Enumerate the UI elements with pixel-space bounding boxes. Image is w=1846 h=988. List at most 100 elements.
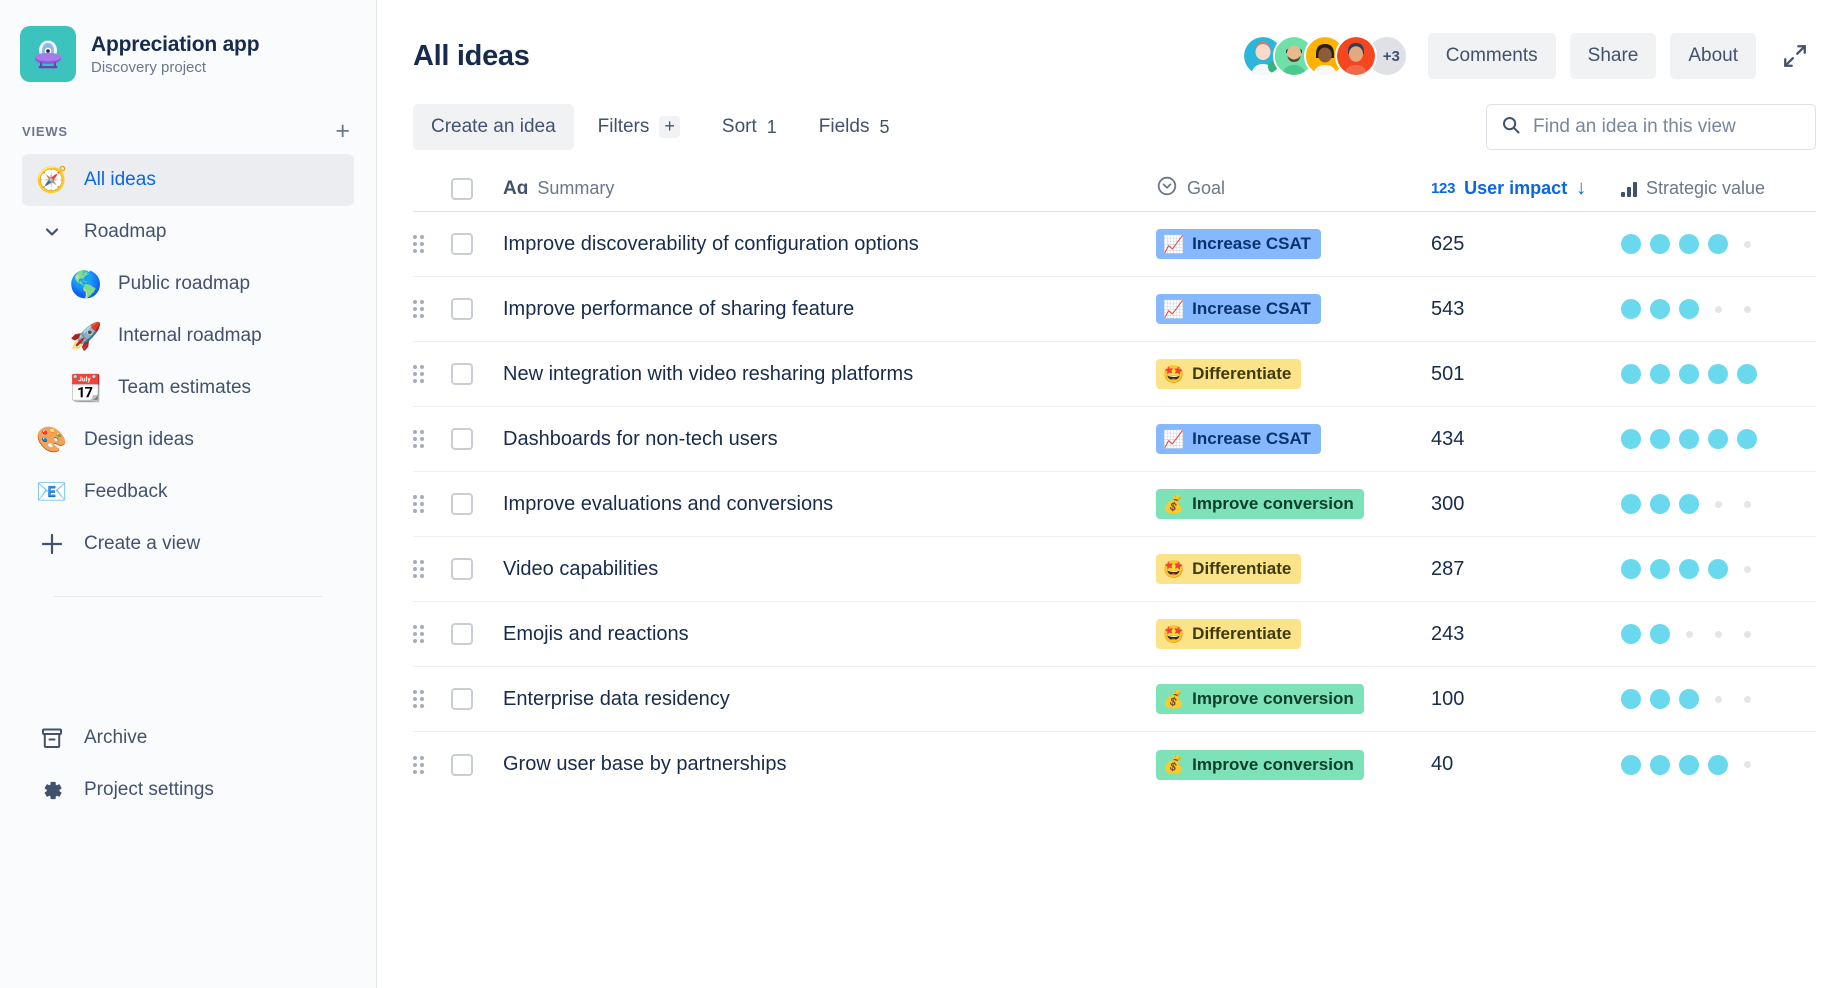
row-select-cell[interactable] — [451, 363, 503, 385]
row-goal-cell[interactable]: 📈 Increase CSAT — [1156, 294, 1431, 324]
select-all-checkbox[interactable] — [451, 178, 473, 200]
row-select-cell[interactable] — [451, 493, 503, 515]
drag-handle-icon[interactable] — [413, 690, 424, 708]
row-select-cell[interactable] — [451, 688, 503, 710]
row-strategic-value-cell[interactable] — [1621, 689, 1816, 709]
sort-button[interactable]: Sort 1 — [704, 104, 795, 150]
row-strategic-value-cell[interactable] — [1621, 234, 1816, 254]
table-row[interactable]: Enterprise data residency 💰 Improve conv… — [413, 667, 1816, 732]
row-checkbox[interactable] — [451, 363, 473, 385]
column-header-user-impact[interactable]: 123 User impact ↓ — [1431, 177, 1621, 200]
row-select-cell[interactable] — [451, 298, 503, 320]
row-drag-cell[interactable] — [413, 300, 451, 318]
row-select-cell[interactable] — [451, 233, 503, 255]
row-summary-cell[interactable]: Emojis and reactions — [503, 623, 1156, 646]
row-goal-cell[interactable]: 💰 Improve conversion — [1156, 489, 1431, 519]
row-user-impact-cell[interactable]: 501 — [1431, 363, 1621, 386]
sidebar-item-create-a-view[interactable]: Create a view — [22, 518, 354, 570]
row-user-impact-cell[interactable]: 625 — [1431, 233, 1621, 256]
about-button[interactable]: About — [1670, 33, 1756, 79]
plus-icon[interactable]: + — [335, 119, 350, 144]
row-goal-cell[interactable]: 🤩 Differentiate — [1156, 359, 1431, 389]
row-checkbox[interactable] — [451, 298, 473, 320]
row-user-impact-cell[interactable]: 434 — [1431, 428, 1621, 451]
sidebar-item-public-roadmap[interactable]: 🌎 Public roadmap — [22, 258, 354, 310]
row-user-impact-cell[interactable]: 40 — [1431, 753, 1621, 776]
expand-diagonal-icon[interactable] — [1770, 43, 1816, 69]
search-box[interactable] — [1486, 104, 1816, 150]
sidebar-item-feedback[interactable]: 📧 Feedback — [22, 466, 354, 518]
row-summary-cell[interactable]: Dashboards for non-tech users — [503, 428, 1156, 451]
goal-chip[interactable]: 🤩 Differentiate — [1156, 619, 1301, 649]
row-goal-cell[interactable]: 🤩 Differentiate — [1156, 554, 1431, 584]
row-checkbox[interactable] — [451, 233, 473, 255]
drag-handle-icon[interactable] — [413, 235, 424, 253]
drag-handle-icon[interactable] — [413, 756, 424, 774]
search-input[interactable] — [1533, 116, 1801, 138]
create-an-idea-button[interactable]: Create an idea — [413, 104, 574, 150]
row-goal-cell[interactable]: 📈 Increase CSAT — [1156, 424, 1431, 454]
goal-chip[interactable]: 📈 Increase CSAT — [1156, 294, 1321, 324]
row-select-cell[interactable] — [451, 428, 503, 450]
column-header-goal[interactable]: Goal — [1156, 175, 1431, 202]
goal-chip[interactable]: 💰 Improve conversion — [1156, 489, 1364, 519]
share-button[interactable]: Share — [1570, 33, 1657, 79]
row-drag-cell[interactable] — [413, 690, 451, 708]
table-row[interactable]: Grow user base by partnerships 💰 Improve… — [413, 732, 1816, 797]
comments-button[interactable]: Comments — [1428, 33, 1556, 79]
drag-handle-icon[interactable] — [413, 560, 424, 578]
row-summary-cell[interactable]: Improve discoverability of configuration… — [503, 233, 1156, 256]
row-strategic-value-cell[interactable] — [1621, 429, 1816, 449]
row-checkbox[interactable] — [451, 558, 473, 580]
table-row[interactable]: Dashboards for non-tech users 📈 Increase… — [413, 407, 1816, 472]
row-goal-cell[interactable]: 📈 Increase CSAT — [1156, 229, 1431, 259]
avatar[interactable] — [1335, 35, 1377, 77]
table-row[interactable]: New integration with video resharing pla… — [413, 342, 1816, 407]
goal-chip[interactable]: 💰 Improve conversion — [1156, 750, 1364, 780]
row-drag-cell[interactable] — [413, 495, 451, 513]
row-drag-cell[interactable] — [413, 560, 451, 578]
row-strategic-value-cell[interactable] — [1621, 755, 1816, 775]
row-summary-cell[interactable]: Improve performance of sharing feature — [503, 298, 1156, 321]
row-user-impact-cell[interactable]: 300 — [1431, 493, 1621, 516]
table-row[interactable]: Emojis and reactions 🤩 Differentiate 243 — [413, 602, 1816, 667]
sidebar-item-project-settings[interactable]: Project settings — [22, 764, 354, 816]
drag-handle-icon[interactable] — [413, 365, 424, 383]
fields-button[interactable]: Fields 5 — [801, 104, 908, 150]
row-checkbox[interactable] — [451, 428, 473, 450]
row-goal-cell[interactable]: 💰 Improve conversion — [1156, 750, 1431, 780]
row-drag-cell[interactable] — [413, 756, 451, 774]
drag-handle-icon[interactable] — [413, 300, 424, 318]
row-user-impact-cell[interactable]: 243 — [1431, 623, 1621, 646]
row-checkbox[interactable] — [451, 688, 473, 710]
sidebar-item-design-ideas[interactable]: 🎨 Design ideas — [22, 414, 354, 466]
drag-handle-icon[interactable] — [413, 430, 424, 448]
row-user-impact-cell[interactable]: 100 — [1431, 688, 1621, 711]
avatar-group[interactable]: +3 — [1242, 35, 1408, 77]
row-strategic-value-cell[interactable] — [1621, 299, 1816, 319]
row-summary-cell[interactable]: Improve evaluations and conversions — [503, 493, 1156, 516]
row-summary-cell[interactable]: Grow user base by partnerships — [503, 753, 1156, 776]
row-select-cell[interactable] — [451, 623, 503, 645]
row-user-impact-cell[interactable]: 543 — [1431, 298, 1621, 321]
row-user-impact-cell[interactable]: 287 — [1431, 558, 1621, 581]
row-select-cell[interactable] — [451, 558, 503, 580]
row-drag-cell[interactable] — [413, 365, 451, 383]
goal-chip[interactable]: 💰 Improve conversion — [1156, 684, 1364, 714]
sidebar-item-team-estimates[interactable]: 📆 Team estimates — [22, 362, 354, 414]
row-strategic-value-cell[interactable] — [1621, 364, 1816, 384]
row-drag-cell[interactable] — [413, 625, 451, 643]
filters-button[interactable]: Filters + — [580, 104, 698, 150]
row-goal-cell[interactable]: 🤩 Differentiate — [1156, 619, 1431, 649]
row-checkbox[interactable] — [451, 754, 473, 776]
sidebar-item-all-ideas[interactable]: 🧭 All ideas — [22, 154, 354, 206]
goal-chip[interactable]: 🤩 Differentiate — [1156, 554, 1301, 584]
column-header-strategic-value[interactable]: Strategic value — [1621, 178, 1816, 199]
table-row[interactable]: Improve discoverability of configuration… — [413, 212, 1816, 277]
column-header-summary[interactable]: Aɑ Summary — [503, 178, 1156, 200]
table-row[interactable]: Video capabilities 🤩 Differentiate 287 — [413, 537, 1816, 602]
row-drag-cell[interactable] — [413, 235, 451, 253]
row-drag-cell[interactable] — [413, 430, 451, 448]
table-row[interactable]: Improve performance of sharing feature 📈… — [413, 277, 1816, 342]
drag-handle-icon[interactable] — [413, 625, 424, 643]
